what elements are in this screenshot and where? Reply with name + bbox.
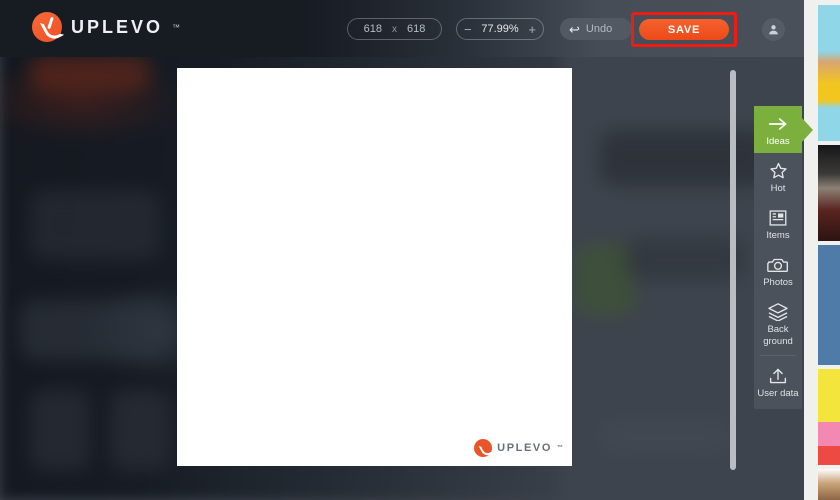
star-icon [754,160,802,182]
blurred-shape [600,420,730,454]
template-thumb-5[interactable] [818,469,840,500]
canvas-width-value[interactable]: 618 [364,23,382,35]
rail-divider [760,355,796,356]
user-avatar-icon[interactable] [762,18,785,41]
watermark-text: UPLEVO [497,442,552,454]
rail-label-hot: Hot [770,183,786,194]
rail-item-items[interactable]: Items [754,200,802,247]
upload-icon [754,365,802,387]
rail-item-user-data[interactable]: User data [754,358,802,405]
camera-icon [754,254,802,276]
blurred-shape [110,390,170,470]
uplevo-logo-icon [32,12,62,42]
blurred-shape [600,130,770,186]
template-thumb-1[interactable] [818,5,840,141]
layers-icon [754,301,802,323]
undo-label: Undo [585,23,613,35]
canvas-size-field[interactable]: 618 x 618 [347,18,442,40]
rail-label-user-data: User data [757,388,799,399]
rail-label-ideas: Ideas [766,136,790,147]
rail-item-hot[interactable]: Hot [754,153,802,200]
rail-item-background[interactable]: Back ground [754,294,802,353]
blurred-shape [30,390,90,470]
blurred-shape [30,190,160,260]
template-panel[interactable] [804,0,840,500]
undo-button[interactable]: ↩ Undo [560,18,632,40]
rail-label-items: Items [766,230,790,241]
save-highlight-annotation: SAVE [631,12,737,47]
uplevo-editor-app: UPLEVO ™ 618 x 618 − 77.99% + ↩ Undo SAV… [0,0,840,500]
tool-rail: Ideas Hot Items Photos Back ground User … [754,106,802,409]
canvas-watermark: UPLEVO ™ [474,439,563,457]
watermark-trademark: ™ [557,445,563,451]
save-button[interactable]: SAVE [639,19,729,40]
blurred-shape [30,55,150,91]
canvas-scrollbar[interactable] [730,70,736,470]
blurred-shape [625,238,745,280]
design-canvas[interactable]: UPLEVO ™ [177,68,572,466]
canvas-height-value[interactable]: 618 [407,23,425,35]
uplevo-watermark-icon [474,439,493,457]
brand-logo[interactable]: UPLEVO ™ [32,12,180,42]
size-separator: x [392,23,397,35]
zoom-control: − 77.99% + [456,18,544,40]
template-thumb-4[interactable] [818,369,840,465]
top-toolbar: UPLEVO ™ 618 x 618 − 77.99% + ↩ Undo SAV… [0,0,804,57]
zoom-in-button[interactable]: + [528,23,536,36]
rail-item-photos[interactable]: Photos [754,247,802,294]
brand-name: UPLEVO [71,16,164,37]
arrow-right-icon [754,113,802,135]
template-thumb-2[interactable] [818,145,840,241]
zoom-out-button[interactable]: − [464,23,472,36]
zoom-level-value[interactable]: 77.99% [481,23,518,35]
blurred-shape [20,300,170,360]
template-thumb-3[interactable] [818,245,840,365]
brand-trademark: ™ [172,22,181,32]
rail-item-ideas[interactable]: Ideas [754,106,802,153]
rail-label-background-line2: ground [763,336,793,347]
rail-label-photos: Photos [763,277,793,288]
undo-arrow-icon: ↩ [569,21,580,37]
layout-items-icon [754,207,802,229]
rail-label-background-line1: Back [767,324,789,335]
